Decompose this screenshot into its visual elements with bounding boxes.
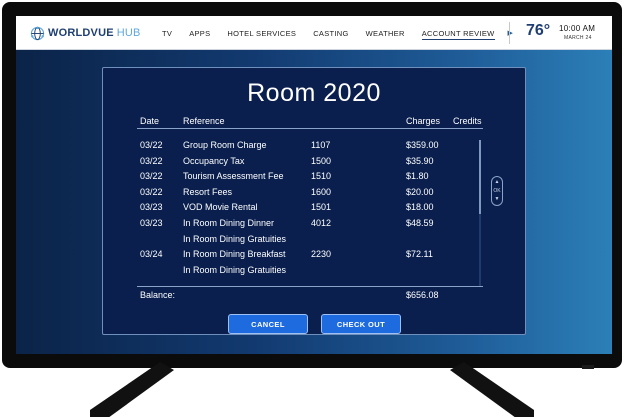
brand-name-light: HUB xyxy=(116,27,141,39)
row-date: 03/23 xyxy=(140,217,163,228)
folio-table: 03/22 Group Room Charge 1107 $359.00 03/… xyxy=(103,140,525,280)
brand-name-bold: WORLDVUE xyxy=(48,27,114,39)
column-header-charges: Charges xyxy=(406,116,441,126)
scroll-down-arrow-icon[interactable]: ▼ xyxy=(495,196,500,203)
row-date: 03/22 xyxy=(140,155,163,166)
globe-logo-icon xyxy=(30,26,45,40)
top-navigation-bar: WORLDVUE HUB TV APPS HOTEL SERVICES CASTI… xyxy=(16,16,612,50)
table-row: 03/23 VOD Movie Rental 1501 $18.00 xyxy=(103,202,525,218)
column-header-credits: Credits xyxy=(453,116,482,126)
row-charge: $18.00 xyxy=(406,202,434,213)
row-code: 4012 xyxy=(311,217,332,228)
row-charge: $1.80 xyxy=(406,171,429,182)
tv-stand-right xyxy=(450,362,534,417)
table-row: In Room Dining Gratuities xyxy=(103,265,525,281)
scroll-up-arrow-icon[interactable]: ▲ xyxy=(495,179,500,186)
main-nav: TV APPS HOTEL SERVICES CASTING WEATHER A… xyxy=(162,16,530,50)
temperature-display: 76° xyxy=(526,22,551,39)
row-charge: $35.90 xyxy=(406,155,434,166)
row-date: 03/23 xyxy=(140,202,163,213)
row-charge: $72.11 xyxy=(406,249,433,260)
row-reference: VOD Movie Rental xyxy=(183,202,258,213)
row-reference: Occupancy Tax xyxy=(183,155,245,166)
row-code: 1510 xyxy=(311,171,332,182)
nav-item-hotel-services[interactable]: HOTEL SERVICES xyxy=(227,16,296,50)
row-reference: Resort Fees xyxy=(183,186,233,197)
clock-date: MARCH 24 xyxy=(564,35,592,41)
header-divider xyxy=(137,128,483,129)
room-title: Room 2020 xyxy=(247,79,381,107)
row-charge: $48.59 xyxy=(406,217,434,228)
row-reference: In Room Dining Gratuities xyxy=(183,264,287,275)
row-reference: In Room Dining Breakfast xyxy=(183,249,286,260)
topbar-divider xyxy=(509,22,510,44)
balance-label: Balance: xyxy=(140,290,176,300)
brand-logo: WORLDVUE HUB xyxy=(30,25,141,41)
row-charge: $20.00 xyxy=(406,186,434,197)
table-row: 03/23 In Room Dining Dinner 4012 $48.59 xyxy=(103,218,525,234)
power-indicator xyxy=(582,365,594,369)
scroll-ok-label: OK xyxy=(493,187,501,194)
nav-item-apps[interactable]: APPS xyxy=(189,16,210,50)
check-out-button[interactable]: CHECK OUT xyxy=(321,314,401,334)
table-row: 03/22 Tourism Assessment Fee 1510 $1.80 xyxy=(103,171,525,187)
balance-value: $656.08 xyxy=(406,290,439,300)
clock-time: 10:00 AM xyxy=(559,24,596,33)
row-reference: In Room Dining Dinner xyxy=(183,217,275,228)
row-date: 03/22 xyxy=(140,186,163,197)
row-code: 1107 xyxy=(311,140,331,150)
tv-stand-left xyxy=(90,362,174,417)
row-charge: $359.00 xyxy=(406,140,439,150)
row-date: 03/24 xyxy=(140,249,163,260)
column-header-date: Date xyxy=(140,116,160,126)
table-row: 03/22 Resort Fees 1600 $20.00 xyxy=(103,187,525,203)
footer-divider xyxy=(137,286,483,287)
tv-bezel: WORLDVUE HUB TV APPS HOTEL SERVICES CASTI… xyxy=(2,2,622,368)
row-date: 03/22 xyxy=(140,140,163,150)
row-reference: In Room Dining Gratuities xyxy=(183,233,287,244)
scrollbar-thumb[interactable] xyxy=(479,140,481,214)
table-row: 03/22 Occupancy Tax 1500 $35.90 xyxy=(103,156,525,172)
tv-screen: WORLDVUE HUB TV APPS HOTEL SERVICES CASTI… xyxy=(16,16,612,354)
nav-item-weather[interactable]: WEATHER xyxy=(366,16,405,50)
account-folio-panel: Room 2020 Date Reference Charges Credits… xyxy=(102,67,526,335)
table-row: In Room Dining Gratuities xyxy=(103,234,525,250)
row-date: 03/22 xyxy=(140,171,163,182)
row-reference: Group Room Charge xyxy=(183,140,267,150)
row-reference: Tourism Assessment Fee xyxy=(183,171,284,182)
table-scrollbar[interactable] xyxy=(479,140,481,286)
column-header-reference: Reference xyxy=(183,116,225,126)
cancel-button[interactable]: CANCEL xyxy=(228,314,308,334)
nav-item-tv[interactable]: TV xyxy=(162,16,172,50)
row-code: 2230 xyxy=(311,249,332,260)
row-code: 1500 xyxy=(311,155,332,166)
table-row: 03/22 Group Room Charge 1107 $359.00 xyxy=(103,140,525,156)
nav-item-account-review[interactable]: ACCOUNT REVIEW xyxy=(421,16,495,50)
row-code: 1501 xyxy=(311,202,332,213)
scroll-control[interactable]: ▲ OK ▼ xyxy=(491,176,503,206)
nav-item-casting[interactable]: CASTING xyxy=(313,16,348,50)
row-code: 1600 xyxy=(311,186,332,197)
table-row: 03/24 In Room Dining Breakfast 2230 $72.… xyxy=(103,249,525,265)
